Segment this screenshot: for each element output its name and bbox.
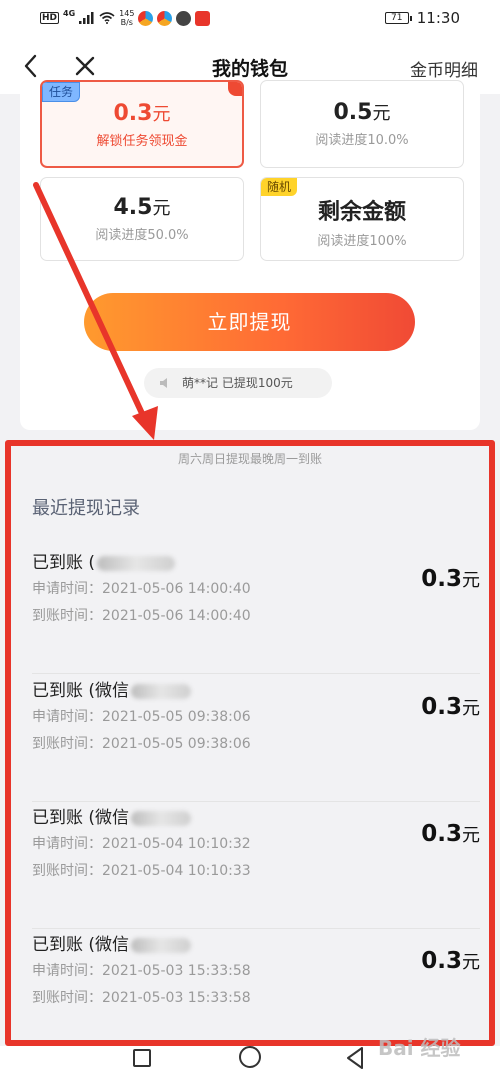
- record-amount-value: 0.3: [421, 694, 462, 720]
- blurred-text: [131, 683, 192, 699]
- status-bar: HD 4G 145 B/s 71 11:30: [0, 0, 500, 38]
- record-status-text: 已到账 (微信: [32, 808, 130, 828]
- record-amount-value: 0.3: [421, 821, 462, 847]
- option-amount-unit: 元: [152, 104, 171, 125]
- hd-indicator: HD: [40, 12, 60, 24]
- random-tag: 随机: [261, 178, 298, 196]
- record-arrive-time: 到账时间：2021-05-03 15:33:58: [32, 990, 251, 1006]
- record-row: 已到账 (微信 申请时间：2021-05-04 10:10:32 到账时间：20…: [32, 803, 480, 929]
- record-status-text: 已到账 (: [32, 553, 96, 573]
- option-amount-value: 剩余金额: [317, 200, 406, 225]
- record-amount: 0.3元: [421, 821, 480, 847]
- record-apply-time: 申请时间：2021-05-03 15:33:58: [32, 963, 251, 979]
- option-amount-value: 0.5: [333, 100, 373, 125]
- option-amount: 0.3元: [42, 100, 242, 126]
- coin-detail-link[interactable]: 金币明细: [410, 56, 478, 81]
- withdraw-tip: 周六周日提现最晚周一到账: [177, 452, 322, 466]
- option-subtitle: 阅读进度50.0%: [95, 228, 189, 243]
- option-subtitle: 阅读进度100%: [317, 234, 407, 249]
- amount-option-0.3[interactable]: 任务 0.3元 解锁任务领现金: [40, 80, 244, 168]
- speed-value: 145: [119, 9, 135, 18]
- record-apply-time: 申请时间：2021-05-05 09:38:06: [32, 709, 251, 725]
- task-tag: 任务: [42, 82, 81, 102]
- option-amount-value: 4.5: [113, 195, 153, 220]
- option-amount: 4.5元: [41, 194, 243, 220]
- record-status-text: 已到账 (微信: [32, 681, 130, 701]
- record-amount-unit: 元: [462, 952, 480, 973]
- blurred-text: [131, 937, 192, 953]
- record-status: 已到账 (: [32, 548, 176, 573]
- option-amount-unit: 元: [372, 103, 391, 124]
- option-amount: 0.5元: [261, 99, 463, 125]
- record-arrive-time: 到账时间：2021-05-05 09:38:06: [32, 736, 251, 752]
- status-right: 71 11:30: [384, 9, 460, 27]
- record-row: 已到账 ( 申请时间：2021-05-06 14:00:40 到账时间：2021…: [32, 548, 480, 674]
- app-notification-icon: [138, 10, 154, 26]
- withdraw-notice: 萌**记 已提现100元: [144, 368, 332, 398]
- selected-corner-mark: [228, 82, 242, 96]
- amount-option-0.5[interactable]: 0.5元 阅读进度10.0%: [260, 80, 464, 168]
- record-arrive-time: 到账时间：2021-05-04 10:10:33: [32, 863, 251, 879]
- record-status: 已到账 (微信: [32, 676, 192, 701]
- home-icon[interactable]: [239, 1046, 261, 1068]
- record-row: 已到账 (微信 申请时间：2021-05-05 09:38:06 到账时间：20…: [32, 676, 480, 802]
- withdraw-card: 任务 0.3元 解锁任务领现金 0.5元 阅读进度10.0% 4.5元 阅读进度…: [20, 80, 480, 430]
- record-amount-unit: 元: [462, 825, 480, 846]
- record-status: 已到账 (微信: [32, 930, 192, 955]
- record-amount-unit: 元: [462, 570, 480, 591]
- record-apply-time: 申请时间：2021-05-04 10:10:32: [32, 836, 251, 852]
- blurred-text: [131, 810, 192, 826]
- wifi-icon: [99, 12, 115, 24]
- records-title: 最近提现记录: [32, 498, 140, 519]
- record-amount-value: 0.3: [421, 566, 462, 592]
- record-amount: 0.3元: [421, 948, 480, 974]
- clock: 11:30: [416, 9, 460, 27]
- record-amount-value: 0.3: [421, 948, 462, 974]
- amount-option-remaining[interactable]: 随机 剩余金额 阅读进度100%: [260, 177, 464, 261]
- record-amount-unit: 元: [462, 698, 480, 719]
- status-left: HD 4G 145 B/s: [40, 9, 211, 27]
- amount-option-4.5[interactable]: 4.5元 阅读进度50.0%: [40, 177, 244, 261]
- option-amount-value: 0.3: [113, 101, 153, 126]
- withdraw-now-button[interactable]: 立即提现: [84, 293, 415, 351]
- notice-text: 萌**记 已提现100元: [182, 376, 293, 390]
- blurred-text: [97, 555, 176, 571]
- speed-unit: B/s: [120, 18, 133, 27]
- option-amount: 剩余金额: [261, 194, 463, 226]
- option-amount-unit: 元: [152, 198, 171, 219]
- network-speed: 145 B/s: [119, 9, 134, 27]
- record-arrive-time: 到账时间：2021-05-06 14:00:40: [32, 608, 251, 624]
- record-status: 已到账 (微信: [32, 803, 192, 828]
- record-amount: 0.3元: [421, 566, 480, 592]
- record-amount: 0.3元: [421, 694, 480, 720]
- app-notification-icon: [195, 10, 211, 26]
- battery-icon: 71: [384, 12, 412, 24]
- network-type: 4G: [63, 9, 76, 18]
- option-subtitle: 解锁任务领现金: [96, 134, 188, 149]
- watermark: Bai 经验: [378, 1036, 461, 1060]
- signal-icon: [79, 12, 94, 24]
- option-subtitle: 阅读进度10.0%: [315, 133, 409, 148]
- recents-icon[interactable]: [133, 1049, 151, 1067]
- back-triangle-icon[interactable]: [345, 1046, 365, 1070]
- app-notification-icon: [176, 10, 192, 26]
- record-status-text: 已到账 (微信: [32, 935, 130, 955]
- app-notification-icon: [157, 10, 173, 26]
- record-apply-time: 申请时间：2021-05-06 14:00:40: [32, 581, 251, 597]
- speaker-icon: [160, 378, 167, 388]
